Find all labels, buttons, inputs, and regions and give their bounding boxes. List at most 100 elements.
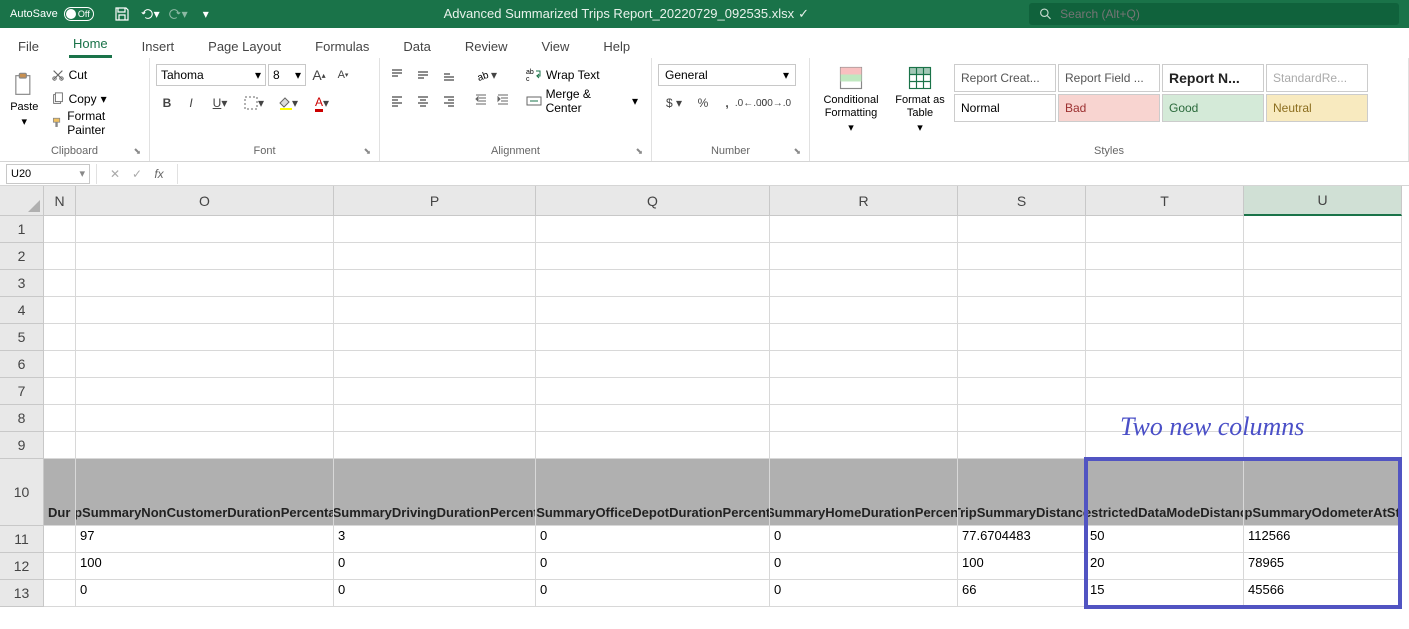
cell[interactable]: 66 <box>958 580 1086 607</box>
style-report-created[interactable]: Report Creat... <box>954 64 1056 92</box>
cell[interactable]: 0 <box>536 580 770 607</box>
cell[interactable] <box>536 405 770 432</box>
tab-file[interactable]: File <box>14 33 43 58</box>
cell[interactable] <box>44 432 76 459</box>
cell[interactable] <box>1244 351 1402 378</box>
cell[interactable] <box>334 405 536 432</box>
cell[interactable]: 0 <box>76 580 334 607</box>
cell[interactable] <box>536 216 770 243</box>
align-middle-button[interactable] <box>412 64 434 86</box>
cell[interactable] <box>1086 297 1244 324</box>
cell[interactable] <box>536 297 770 324</box>
cell[interactable] <box>1086 351 1244 378</box>
cell[interactable] <box>334 351 536 378</box>
font-name-select[interactable]: Tahoma▾ <box>156 64 266 86</box>
tab-view[interactable]: View <box>537 33 573 58</box>
cell[interactable] <box>958 405 1086 432</box>
row-header[interactable]: 13 <box>0 580 44 607</box>
decrease-indent-button[interactable] <box>470 88 492 110</box>
cell[interactable] <box>76 243 334 270</box>
cell[interactable] <box>770 351 958 378</box>
cut-button[interactable]: Cut <box>47 64 143 86</box>
cell[interactable]: TripSummaryNonCustomerDurationPercentage <box>76 459 334 526</box>
number-format-select[interactable]: General▾ <box>658 64 796 86</box>
cell[interactable] <box>770 405 958 432</box>
cell[interactable] <box>334 216 536 243</box>
conditional-formatting-button[interactable]: Conditional Formatting▾ <box>816 64 886 134</box>
cell[interactable]: 0 <box>536 526 770 553</box>
cell[interactable]: Dur <box>44 459 76 526</box>
font-color-button[interactable]: A ▾ <box>306 92 338 114</box>
cell[interactable] <box>76 432 334 459</box>
cell[interactable] <box>1244 216 1402 243</box>
row-header[interactable]: 1 <box>0 216 44 243</box>
enter-formula-button[interactable]: ✓ <box>127 164 147 184</box>
cell[interactable] <box>770 432 958 459</box>
cell-styles-gallery[interactable]: Report Creat... Report Field ... Report … <box>954 64 1368 122</box>
autosave-toggle[interactable]: Off <box>64 7 94 21</box>
cell[interactable] <box>1086 324 1244 351</box>
accounting-format-button[interactable]: $ ▾ <box>658 92 690 114</box>
cell[interactable] <box>770 324 958 351</box>
column-header-O[interactable]: O <box>76 186 334 216</box>
cell[interactable] <box>536 351 770 378</box>
cell[interactable] <box>770 378 958 405</box>
cell[interactable] <box>958 378 1086 405</box>
row-header[interactable]: 4 <box>0 297 44 324</box>
cell[interactable] <box>1086 216 1244 243</box>
format-painter-button[interactable]: Format Painter <box>47 112 143 134</box>
cell[interactable] <box>334 243 536 270</box>
paste-button[interactable]: Paste ▾ <box>6 64 43 134</box>
cell[interactable]: 112566 <box>1244 526 1402 553</box>
cell[interactable] <box>770 243 958 270</box>
cell[interactable] <box>334 432 536 459</box>
column-header-U[interactable]: U <box>1244 186 1402 216</box>
row-header[interactable]: 2 <box>0 243 44 270</box>
cell[interactable]: 50 <box>1086 526 1244 553</box>
tab-help[interactable]: Help <box>599 33 634 58</box>
alignment-dialog-launcher[interactable]: ⬊ <box>635 146 643 157</box>
cell[interactable]: TripSummaryHomeDurationPercentage <box>770 459 958 526</box>
row-header[interactable]: 10 <box>0 459 44 526</box>
cell[interactable] <box>44 378 76 405</box>
redo-button[interactable]: ▾ <box>168 4 188 24</box>
number-dialog-launcher[interactable]: ⬊ <box>793 146 801 157</box>
cell[interactable]: 20 <box>1086 553 1244 580</box>
cell[interactable] <box>76 378 334 405</box>
cell[interactable] <box>770 297 958 324</box>
cell[interactable] <box>76 351 334 378</box>
grow-font-button[interactable]: A▴ <box>308 64 330 86</box>
format-as-table-button[interactable]: Format as Table▾ <box>890 64 950 134</box>
align-top-button[interactable] <box>386 64 408 86</box>
font-size-select[interactable]: 8▾ <box>268 64 306 86</box>
cell[interactable] <box>958 270 1086 297</box>
cell[interactable]: 100 <box>958 553 1086 580</box>
undo-button[interactable]: ▾ <box>140 4 160 24</box>
cell[interactable] <box>536 378 770 405</box>
cell[interactable]: TripSummaryDistance <box>958 459 1086 526</box>
cell[interactable]: 0 <box>536 553 770 580</box>
align-bottom-button[interactable] <box>438 64 460 86</box>
cell[interactable] <box>958 216 1086 243</box>
style-report-field[interactable]: Report Field ... <box>1058 64 1160 92</box>
cell[interactable] <box>44 553 76 580</box>
cell[interactable] <box>770 216 958 243</box>
cell[interactable] <box>958 243 1086 270</box>
cell[interactable] <box>44 580 76 607</box>
cell[interactable] <box>1086 378 1244 405</box>
style-neutral[interactable]: Neutral <box>1266 94 1368 122</box>
tab-insert[interactable]: Insert <box>138 33 179 58</box>
cell[interactable]: 0 <box>334 553 536 580</box>
cell[interactable] <box>1244 270 1402 297</box>
cell[interactable]: 3 <box>334 526 536 553</box>
cell[interactable] <box>536 324 770 351</box>
tab-home[interactable]: Home <box>69 30 112 58</box>
tab-page-layout[interactable]: Page Layout <box>204 33 285 58</box>
cell[interactable] <box>334 324 536 351</box>
cell[interactable] <box>44 243 76 270</box>
cell[interactable]: 0 <box>770 580 958 607</box>
cell[interactable] <box>334 378 536 405</box>
row-header[interactable]: 8 <box>0 405 44 432</box>
merge-center-button[interactable]: Merge & Center ▾ <box>522 90 642 112</box>
cell[interactable] <box>1244 378 1402 405</box>
